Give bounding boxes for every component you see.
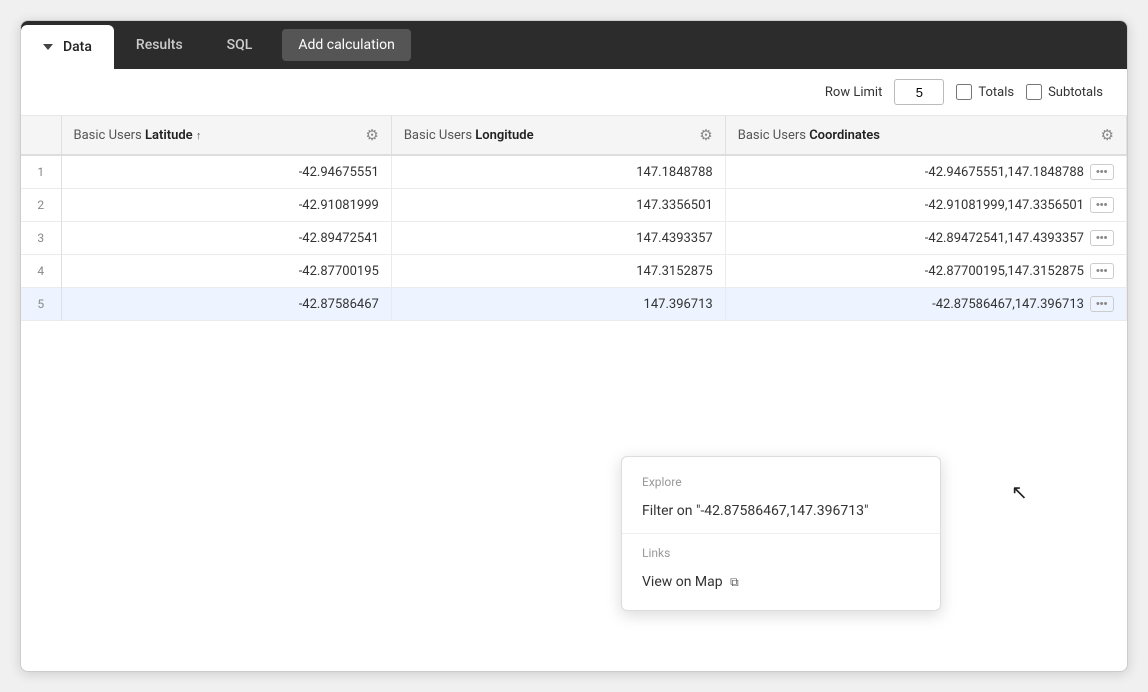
tab-data[interactable]: Data	[21, 25, 114, 69]
cell-longitude: 147.3152875	[391, 255, 725, 288]
sort-icon-latitude: ↑	[196, 129, 202, 142]
external-link-icon: ⧉	[730, 575, 739, 590]
table-row: 4-42.87700195147.3152875-42.87700195,147…	[21, 255, 1127, 288]
cell-longitude: 147.396713	[391, 288, 725, 321]
context-menu-popup: Explore Filter on "-42.87586467,147.3967…	[621, 456, 941, 611]
mouse-cursor: ↖	[1011, 480, 1028, 504]
ellipsis-button[interactable]: •••	[1090, 197, 1114, 213]
cell-coordinates: -42.87700195,147.3152875 •••	[726, 255, 1127, 287]
tab-results[interactable]: Results	[114, 21, 205, 69]
table-row: 5-42.87586467147.396713-42.87586467,147.…	[21, 288, 1127, 321]
ellipsis-button[interactable]: •••	[1090, 164, 1114, 180]
col-header-rownum	[21, 116, 61, 155]
row-number: 2	[21, 189, 61, 222]
row-limit-label: Row Limit	[825, 85, 882, 100]
tab-results-label: Results	[136, 37, 183, 53]
col-latitude-label: Basic Users Latitude ↑	[74, 128, 202, 143]
col-longitude-label: Basic Users Longitude	[404, 128, 534, 143]
add-calculation-label: Add calculation	[298, 37, 395, 53]
row-number: 5	[21, 288, 61, 321]
cell-latitude: -42.89472541	[61, 222, 391, 255]
totals-label: Totals	[978, 85, 1014, 100]
table-row: 2-42.91081999147.3356501-42.91081999,147…	[21, 189, 1127, 222]
cell-coordinates: -42.94675551,147.1848788 •••	[726, 156, 1127, 188]
ellipsis-button[interactable]: •••	[1090, 230, 1114, 246]
cell-longitude: 147.4393357	[391, 222, 725, 255]
ellipsis-button[interactable]: •••	[1090, 263, 1114, 279]
cell-latitude: -42.87700195	[61, 255, 391, 288]
toolbar: Data Results SQL Add calculation	[21, 21, 1127, 69]
tab-sql[interactable]: SQL	[205, 21, 275, 69]
main-window: Data Results SQL Add calculation Row Lim…	[20, 20, 1128, 672]
view-on-map-button[interactable]: View on Map ⧉	[622, 564, 940, 600]
col-header-longitude: Basic Users Longitude ⚙	[391, 116, 725, 155]
coord-value: -42.87586467,147.396713	[738, 297, 1084, 312]
coord-value: -42.89472541,147.4393357	[738, 231, 1084, 246]
view-on-map-label: View on Map	[642, 574, 723, 590]
cell-coordinates: -42.89472541,147.4393357 •••	[726, 222, 1127, 254]
subtotals-label: Subtotals	[1048, 85, 1103, 100]
row-limit-input[interactable]: 5	[894, 79, 944, 105]
col-coordinates-label: Basic Users Coordinates	[738, 128, 880, 143]
content-area: Row Limit 5 Totals Subtotals Bas	[21, 69, 1127, 671]
cell-latitude: -42.94675551	[61, 155, 391, 189]
filter-on-label: Filter on "-42.87586467,147.396713"	[642, 503, 868, 519]
filter-on-button[interactable]: Filter on "-42.87586467,147.396713"	[622, 493, 940, 529]
table-row: 3-42.89472541147.4393357-42.89472541,147…	[21, 222, 1127, 255]
coord-value: -42.94675551,147.1848788	[738, 165, 1084, 180]
explore-section-label: Explore	[622, 467, 940, 493]
cell-coordinates: -42.91081999,147.3356501 •••	[726, 189, 1127, 221]
subtotals-checkbox-group: Subtotals	[1026, 84, 1103, 100]
gear-icon-latitude[interactable]: ⚙	[365, 126, 378, 144]
coord-value: -42.87700195,147.3152875	[738, 264, 1084, 279]
totals-checkbox[interactable]	[956, 84, 972, 100]
row-limit-bar: Row Limit 5 Totals Subtotals	[21, 69, 1127, 116]
table-container: Basic Users Latitude ↑ ⚙ Basic Users Lon…	[21, 116, 1127, 671]
ellipsis-button[interactable]: •••	[1090, 296, 1114, 312]
table-header-row: Basic Users Latitude ↑ ⚙ Basic Users Lon…	[21, 116, 1127, 155]
cell-longitude: 147.3356501	[391, 189, 725, 222]
row-number: 3	[21, 222, 61, 255]
cell-latitude: -42.87586467	[61, 288, 391, 321]
cell-latitude: -42.91081999	[61, 189, 391, 222]
add-calculation-button[interactable]: Add calculation	[282, 29, 411, 61]
totals-checkbox-group: Totals	[956, 84, 1014, 100]
col-header-latitude: Basic Users Latitude ↑ ⚙	[61, 116, 391, 155]
tab-data-arrow	[43, 44, 53, 50]
table-row: 1-42.94675551147.1848788-42.94675551,147…	[21, 155, 1127, 189]
gear-icon-coordinates[interactable]: ⚙	[1101, 126, 1114, 144]
subtotals-checkbox[interactable]	[1026, 84, 1042, 100]
links-section-label: Links	[622, 538, 940, 564]
data-table: Basic Users Latitude ↑ ⚙ Basic Users Lon…	[21, 116, 1127, 321]
popup-divider	[622, 533, 940, 534]
gear-icon-longitude[interactable]: ⚙	[699, 126, 712, 144]
row-number: 1	[21, 155, 61, 189]
col-header-coordinates: Basic Users Coordinates ⚙	[725, 116, 1126, 155]
tab-sql-label: SQL	[227, 37, 253, 53]
tab-data-label: Data	[63, 39, 92, 55]
table-body: 1-42.94675551147.1848788-42.94675551,147…	[21, 155, 1127, 321]
row-number: 4	[21, 255, 61, 288]
coord-value: -42.91081999,147.3356501	[738, 198, 1084, 213]
cell-longitude: 147.1848788	[391, 155, 725, 189]
cell-coordinates: -42.87586467,147.396713 •••	[726, 288, 1127, 320]
